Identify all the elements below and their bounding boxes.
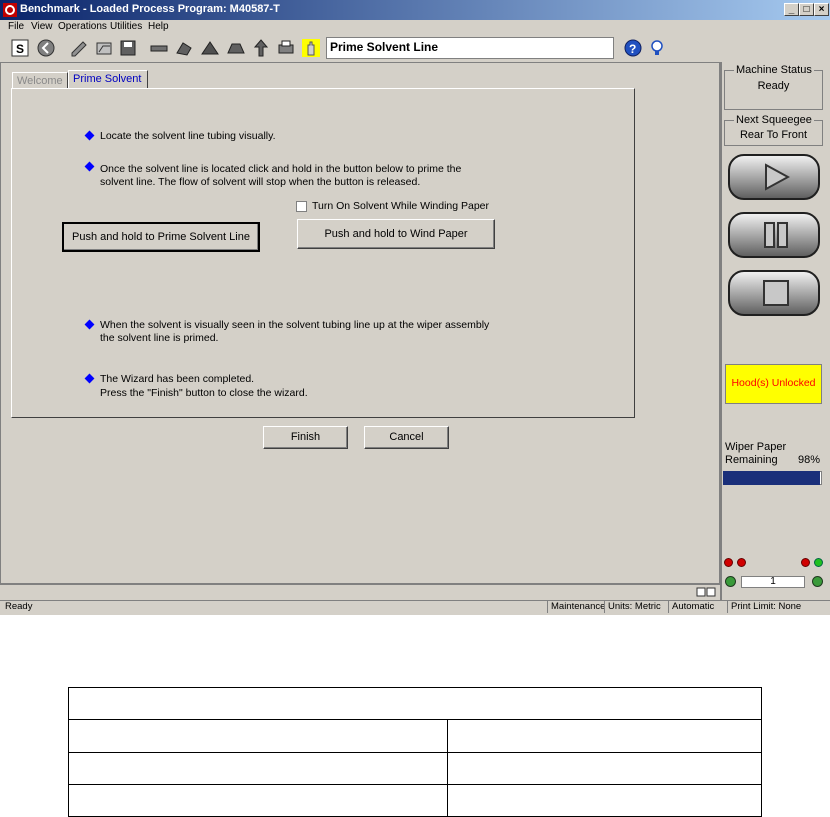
pause-icon (764, 222, 788, 248)
prime-solvent-button[interactable]: Push and hold to Prime Solvent Line (62, 222, 260, 252)
tab-prime-solvent[interactable]: Prime Solvent (68, 70, 148, 89)
status-print-limit: Print Limit: None (727, 601, 830, 613)
save-icon[interactable] (119, 39, 137, 57)
empty-table (68, 686, 762, 817)
finish-button[interactable]: Finish (263, 426, 348, 449)
tile-windows-icon[interactable] (696, 587, 716, 597)
menu-utilities[interactable]: Utilities (110, 21, 142, 32)
play-icon (765, 163, 790, 191)
step-primed-text-1: When the solvent is visually seen in the… (100, 319, 490, 331)
window-title: Benchmark - Loaded Process Program: M405… (20, 3, 280, 15)
table-cell (68, 719, 448, 753)
wiper-paper-progress (723, 471, 820, 485)
wind-paper-button[interactable]: Push and hold to Wind Paper (297, 219, 495, 249)
table-cell (68, 686, 762, 721)
maximize-button[interactable]: □ (799, 3, 814, 16)
machine-status-label: Machine Status (734, 64, 814, 76)
app-logo-icon (3, 3, 17, 17)
solvent-while-winding-checkbox[interactable] (296, 201, 307, 212)
step-prime-text-2: solvent line. The flow of solvent will s… (100, 176, 421, 188)
table-cell (447, 783, 762, 817)
stop-icon (763, 280, 789, 306)
cancel-button[interactable]: Cancel (364, 426, 449, 449)
wiper-paper-label: Wiper Paper (725, 441, 787, 453)
indicator-led (737, 558, 746, 567)
solvent-while-winding-label: Turn On Solvent While Winding Paper (312, 200, 490, 212)
help-icon[interactable]: ? (624, 39, 642, 57)
counter-field[interactable]: 1 (741, 576, 805, 588)
lightbulb-icon[interactable] (648, 39, 666, 57)
wiper-remaining-label: Remaining (725, 454, 778, 466)
indicator-led (724, 558, 733, 567)
lift-icon[interactable] (252, 39, 270, 57)
print-head-icon[interactable] (201, 39, 219, 57)
indicator-led (801, 558, 810, 567)
table-cell (447, 719, 762, 753)
svg-text:?: ? (629, 42, 636, 56)
wiper-icon[interactable] (227, 39, 245, 57)
step-complete-text-1: The Wizard has been completed. (100, 373, 255, 385)
left-round-button[interactable] (725, 576, 736, 587)
wiper-paper-percent: 98% (798, 454, 821, 466)
table-cell (68, 751, 448, 785)
hood-status: Hood(s) Unlocked (725, 364, 822, 404)
step-primed-text-2: the solvent line is primed. (100, 332, 219, 344)
step-prime-text-1: Once the solvent line is located click a… (100, 163, 462, 175)
home-icon[interactable]: S (11, 39, 29, 57)
indicator-led-green (814, 558, 823, 567)
status-units: Units: Metric (604, 601, 668, 613)
step-locate-text: Locate the solvent line tubing visually. (100, 130, 276, 142)
right-round-button[interactable] (812, 576, 823, 587)
status-ready: Ready (5, 601, 33, 612)
horizontal-scrollbar[interactable] (0, 584, 720, 601)
hand-icon[interactable] (302, 39, 320, 57)
solvent-icon[interactable] (175, 39, 193, 57)
machine-status-value: Ready (757, 80, 790, 92)
pause-button[interactable] (728, 212, 820, 258)
next-squeegee-label: Next Squeegee (734, 114, 814, 126)
menu-operations[interactable]: Operations (58, 21, 107, 32)
menu-view[interactable]: View (31, 21, 53, 32)
printer-icon[interactable] (277, 39, 295, 57)
stop-button[interactable] (728, 270, 820, 316)
run-button[interactable] (728, 154, 820, 200)
step-complete-text-2: Press the "Finish" button to close the w… (100, 387, 308, 399)
table-cell (68, 783, 448, 817)
minimize-button[interactable]: _ (784, 3, 799, 16)
board-icon[interactable] (150, 39, 168, 57)
open-icon[interactable] (95, 39, 113, 57)
svg-text:S: S (16, 42, 24, 56)
menu-help[interactable]: Help (148, 21, 169, 32)
status-maintenance: Maintenance (547, 601, 605, 613)
tab-welcome[interactable]: Welcome (12, 72, 68, 89)
wizard-title-field: Prime Solvent Line (326, 37, 614, 59)
edit-icon[interactable] (70, 39, 88, 57)
status-automatic: Automatic (668, 601, 727, 613)
back-icon[interactable] (37, 39, 55, 57)
close-button[interactable]: × (814, 3, 829, 16)
table-cell (447, 751, 762, 785)
menu-file[interactable]: File (8, 21, 24, 32)
next-squeegee-value: Rear To Front (739, 129, 808, 141)
